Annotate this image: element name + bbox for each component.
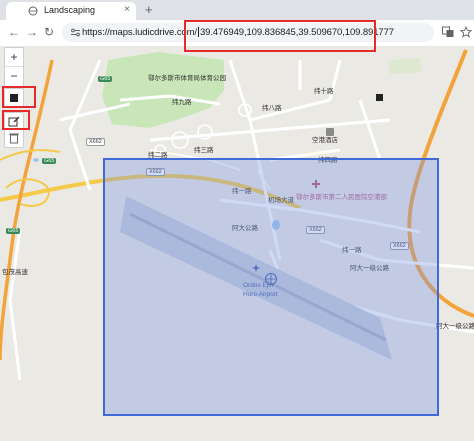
zoom-control: + − <box>4 47 24 87</box>
highway-shield-g65: G65 <box>98 76 113 82</box>
map-square-marker <box>376 94 383 101</box>
site-info-icon[interactable] <box>70 27 81 38</box>
west-road-label: 包茂高速 <box>2 269 28 276</box>
zoom-in-button[interactable]: + <box>5 48 23 67</box>
hotel-label: 空港酒店 <box>312 137 338 144</box>
tab-title: Landscaping <box>44 5 96 15</box>
globe-icon <box>28 6 38 16</box>
park-label: 鄂尔多斯市体育局体育公园 <box>148 75 226 82</box>
reload-icon[interactable]: ↻ <box>44 25 54 39</box>
highway-shield-g65c: G65 <box>6 228 21 234</box>
hotel-icon <box>326 128 334 136</box>
trash-icon[interactable] <box>5 130 23 147</box>
tab-strip: ⌄ Landscaping × + <box>0 0 474 20</box>
edit-tool-highlight-box <box>2 110 30 130</box>
highway-shield-g65b: G65 <box>42 158 57 164</box>
forward-arrow-icon[interactable]: → <box>26 25 38 39</box>
url-highlight-box <box>184 20 376 52</box>
new-tab-button[interactable]: + <box>145 2 153 17</box>
close-icon[interactable]: × <box>124 4 130 15</box>
east-road-label-2: 阿大一级公路 <box>436 323 474 330</box>
highway-shield-x662: X662 <box>86 138 105 146</box>
selection-rectangle[interactable] <box>103 158 439 416</box>
road-label-10: 纬十路 <box>314 88 334 95</box>
road-label-8: 纬八路 <box>262 105 282 112</box>
road-label-3: 纬三路 <box>194 147 214 154</box>
bookmark-star-icon[interactable] <box>460 26 472 38</box>
translate-icon[interactable] <box>442 26 454 38</box>
zoom-out-button[interactable]: − <box>5 67 23 85</box>
rectangle-tool-highlight-box <box>2 86 36 108</box>
back-arrow-icon[interactable]: ← <box>8 25 20 39</box>
road-label-9: 纬九路 <box>172 99 192 106</box>
tab-landscaping[interactable]: Landscaping × <box>6 2 136 20</box>
url-host: https://maps.ludicdrive.com/ <box>82 27 197 38</box>
